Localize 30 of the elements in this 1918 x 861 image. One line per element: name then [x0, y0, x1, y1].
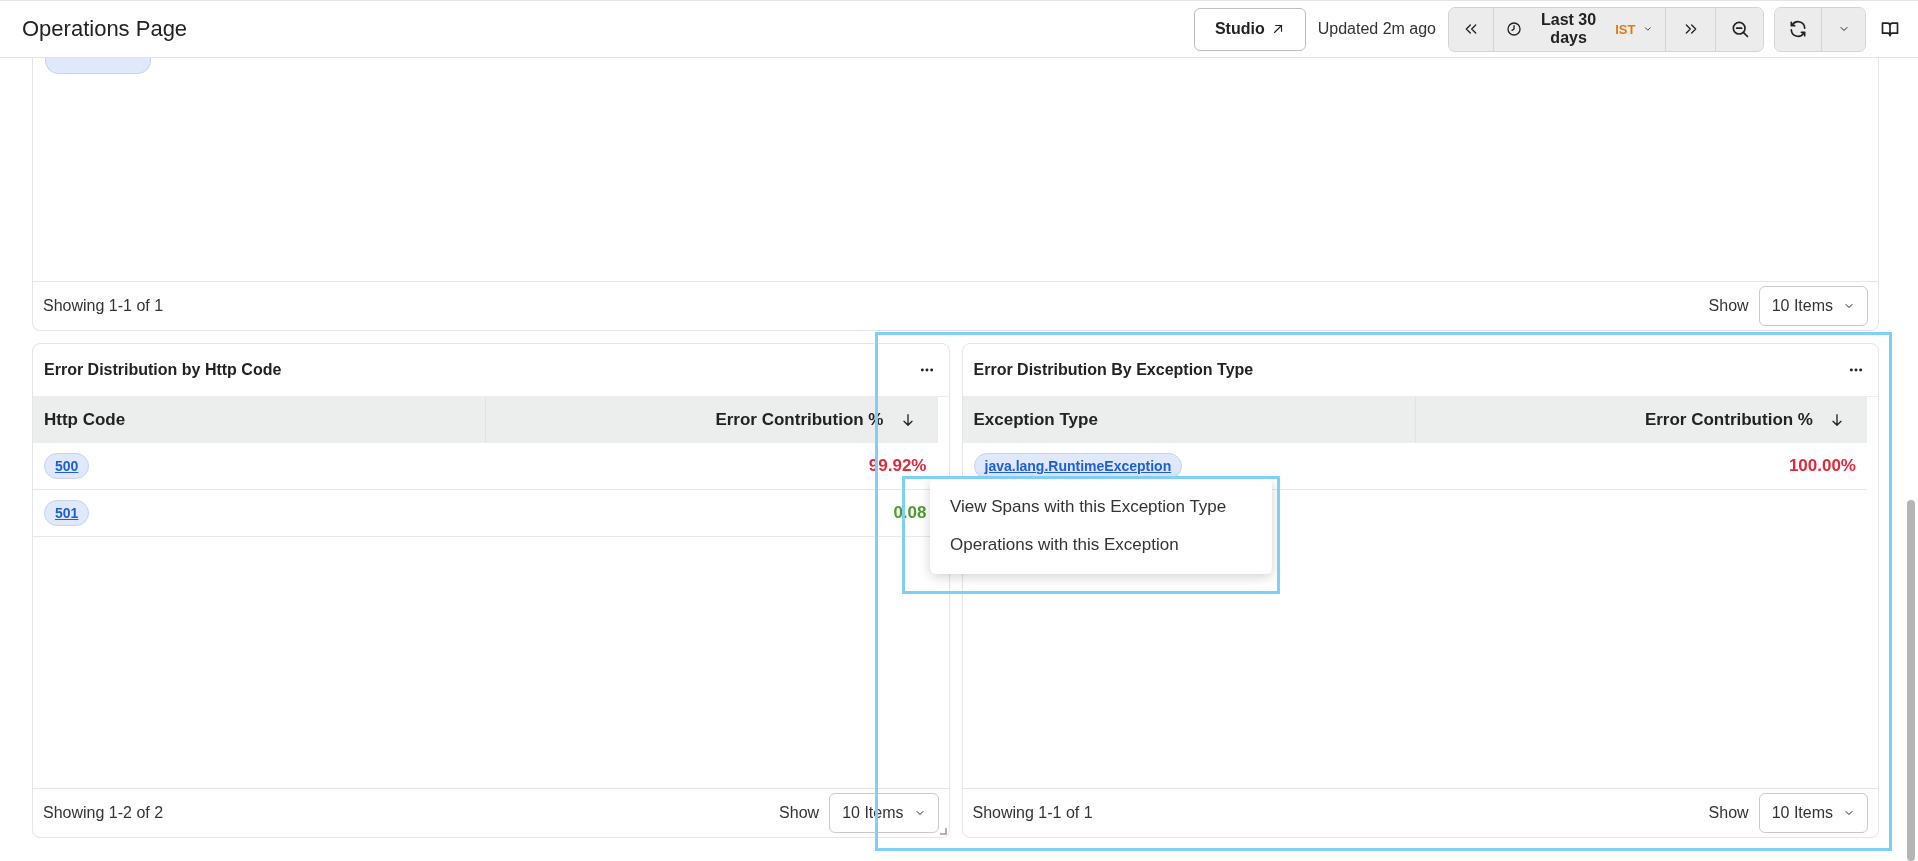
- column-header[interactable]: Http Code: [33, 397, 486, 443]
- pagination-summary: Showing 1-1 of 1: [43, 297, 165, 315]
- last-updated-text: Updated 2m ago: [1317, 20, 1436, 38]
- menu-item[interactable]: View Spans with this Exception Type: [930, 488, 1272, 526]
- clock-icon: [1506, 19, 1523, 39]
- show-label: Show: [1708, 804, 1749, 822]
- menu-item[interactable]: Operations with this Exception: [930, 526, 1272, 564]
- page-size-dropdown[interactable]: 10 Items: [1758, 286, 1868, 326]
- column-header[interactable]: Exception Type: [962, 397, 1415, 443]
- double-chevron-left-icon: [1463, 21, 1479, 37]
- studio-button[interactable]: Studio: [1193, 7, 1306, 51]
- tag-link[interactable]: 500: [44, 453, 90, 479]
- tag-link[interactable]: java.lang.RuntimeException: [973, 453, 1183, 479]
- show-label: Show: [779, 804, 820, 822]
- pagination-summary: Showing 1-2 of 2: [43, 804, 165, 822]
- sort-arrow-icon: [1829, 412, 1845, 428]
- panel-title: Error Distribution by Http Code: [44, 361, 283, 379]
- refresh-icon: [1788, 19, 1808, 39]
- show-label: Show: [1708, 297, 1749, 315]
- page-title: Operations Page: [22, 16, 189, 42]
- book-icon: [1880, 19, 1900, 39]
- column-header[interactable]: Error Contribution %: [1414, 397, 1867, 443]
- panel-title: Error Distribution By Exception Type: [973, 361, 1255, 379]
- resize-handle-icon[interactable]: [938, 827, 947, 835]
- page-size-dropdown[interactable]: 10 Items: [1758, 793, 1868, 833]
- tag-link[interactable]: 501: [44, 500, 90, 526]
- scrollbar-thumb[interactable]: [1907, 500, 1915, 861]
- zoom-out-button[interactable]: [1715, 7, 1763, 51]
- percentage-value: 100.00%: [1788, 456, 1856, 476]
- pagination-summary: Showing 1-1 of 1: [972, 804, 1094, 822]
